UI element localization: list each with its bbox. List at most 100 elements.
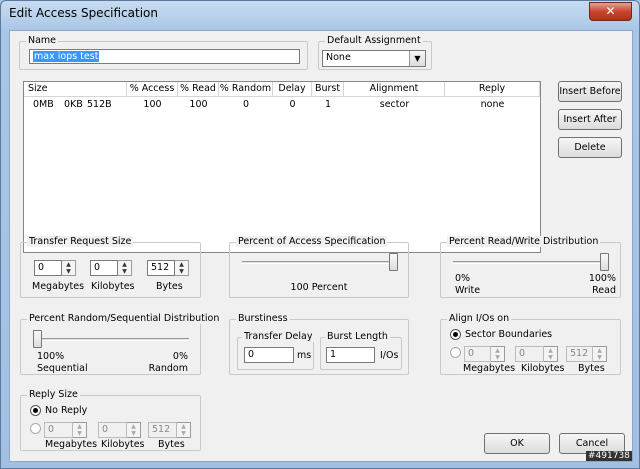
spin-down-icon[interactable]: ▼ xyxy=(491,354,504,361)
burst-length-field[interactable]: 1 xyxy=(326,347,375,363)
col-header-size[interactable]: Size xyxy=(24,82,127,97)
align-bytes-spinner[interactable]: ▲ ▼ xyxy=(593,346,607,362)
window-title: Edit Access Specification xyxy=(9,6,158,20)
col-header-alignment[interactable]: Alignment xyxy=(344,82,445,97)
reply-mb-field[interactable]: 0 xyxy=(44,422,73,438)
insert-before-button[interactable]: Insert Before xyxy=(558,81,622,102)
dialog-client: Name max iops test Default Assignment No… xyxy=(9,30,633,462)
spin-down-icon[interactable]: ▼ xyxy=(73,430,86,437)
reply-bytes-spinner[interactable]: ▲ ▼ xyxy=(177,422,191,438)
percent-access-thumb[interactable] xyxy=(389,253,398,271)
cell-alignment: sector xyxy=(379,99,410,110)
align-kb-field[interactable]: 0 xyxy=(515,346,544,362)
name-group: Name max iops test xyxy=(19,35,308,70)
cell-size-kb: 0KB xyxy=(64,99,83,110)
random-seq-thumb[interactable] xyxy=(33,330,42,348)
reply-mb-spinner[interactable]: ▲ ▼ xyxy=(73,422,87,438)
spin-down-icon[interactable]: ▼ xyxy=(593,354,606,361)
reply-kb-label: Kilobytes xyxy=(101,439,145,450)
reply-size-group: Reply Size No Reply 0 ▲ ▼ 0 ▲ ▼ 512 ▲ ▼ Meg… xyxy=(20,389,201,451)
close-button[interactable]: ✕ xyxy=(589,2,632,21)
col-header-delay[interactable]: Delay xyxy=(273,82,312,97)
spin-up-icon[interactable]: ▲ xyxy=(491,347,504,354)
random-seq-track[interactable] xyxy=(33,338,189,341)
percent-access-label: Percent of Access Specification xyxy=(236,236,388,247)
random-seq-right-pct: 0% xyxy=(172,351,188,362)
read-write-track[interactable] xyxy=(453,261,609,264)
read-write-thumb[interactable] xyxy=(600,253,609,271)
spin-up-icon[interactable]: ▲ xyxy=(62,261,75,268)
read-write-right-pct: 100% xyxy=(588,273,616,284)
spin-up-icon[interactable]: ▲ xyxy=(544,347,557,354)
spin-down-icon[interactable]: ▼ xyxy=(544,354,557,361)
reply-none-label[interactable]: No Reply xyxy=(45,405,87,416)
name-group-label: Name xyxy=(26,35,59,46)
cell-random: 0 xyxy=(242,99,250,110)
transfer-kb-spinner[interactable]: ▲ ▼ xyxy=(118,260,132,276)
transfer-size-label: Transfer Request Size xyxy=(27,236,134,247)
align-kb-label: Kilobytes xyxy=(521,363,565,374)
spin-up-icon[interactable]: ▲ xyxy=(593,347,606,354)
spin-up-icon[interactable]: ▲ xyxy=(118,261,131,268)
default-assignment-select[interactable]: None ▼ xyxy=(322,50,426,67)
random-seq-left-label: Sequential xyxy=(37,363,88,374)
spin-up-icon[interactable]: ▲ xyxy=(175,261,188,268)
align-custom-radio[interactable] xyxy=(450,347,461,358)
transfer-mb-label: Megabytes xyxy=(32,281,85,292)
read-write-right-label: Read xyxy=(592,285,616,296)
name-field-value: max iops test xyxy=(33,51,100,62)
reply-bytes-field[interactable]: 512 xyxy=(148,422,177,438)
cell-access: 100 xyxy=(143,99,162,110)
spin-down-icon[interactable]: ▼ xyxy=(177,430,190,437)
spin-down-icon[interactable]: ▼ xyxy=(62,268,75,275)
burst-length-group: Burst Length 1 I/Os xyxy=(320,331,402,370)
col-header-burst[interactable]: Burst xyxy=(312,82,344,97)
watermark-label: #491738 xyxy=(586,451,632,461)
burstiness-label: Burstiness xyxy=(236,313,290,324)
reply-none-radio[interactable] xyxy=(30,405,41,416)
burst-length-label: Burst Length xyxy=(325,331,390,342)
percent-access-group: Percent of Access Specification 100 Perc… xyxy=(229,236,409,298)
col-header-reply[interactable]: Reply xyxy=(445,82,540,97)
spin-up-icon[interactable]: ▲ xyxy=(73,423,86,430)
name-field[interactable]: max iops test xyxy=(29,49,300,64)
random-seq-right-label: Random xyxy=(148,363,188,374)
spin-down-icon[interactable]: ▼ xyxy=(127,430,140,437)
align-mb-label: Megabytes xyxy=(463,363,516,374)
spin-up-icon[interactable]: ▲ xyxy=(127,423,140,430)
spin-down-icon[interactable]: ▼ xyxy=(175,268,188,275)
transfer-delay-field[interactable]: 0 xyxy=(244,347,294,363)
align-mb-spinner[interactable]: ▲ ▼ xyxy=(491,346,505,362)
transfer-bytes-spinner[interactable]: ▲ ▼ xyxy=(175,260,189,276)
delete-button[interactable]: Delete xyxy=(558,137,622,158)
ok-button[interactable]: OK xyxy=(484,433,550,454)
spin-up-icon[interactable]: ▲ xyxy=(177,423,190,430)
reply-custom-radio[interactable] xyxy=(30,423,41,434)
transfer-bytes-field[interactable]: 512 xyxy=(147,260,175,276)
col-header-read[interactable]: % Read xyxy=(178,82,219,97)
align-kb-spinner[interactable]: ▲ ▼ xyxy=(544,346,558,362)
read-write-label: Percent Read/Write Distribution xyxy=(447,236,601,247)
transfer-mb-spinner[interactable]: ▲ ▼ xyxy=(62,260,76,276)
transfer-delay-group: Transfer Delay 0 ms xyxy=(237,331,315,370)
access-spec-table[interactable]: Size % Access % Read % Random Delay Burs… xyxy=(23,81,541,253)
transfer-mb-field[interactable]: 0 xyxy=(34,260,62,276)
read-write-left-pct: 0% xyxy=(455,273,471,284)
read-write-group: Percent Read/Write Distribution 0% Write… xyxy=(440,236,621,298)
transfer-bytes-label: Bytes xyxy=(156,281,183,292)
col-header-random[interactable]: % Random xyxy=(219,82,273,97)
align-bytes-label: Bytes xyxy=(578,363,605,374)
col-header-access[interactable]: % Access xyxy=(127,82,178,97)
insert-after-button[interactable]: Insert After xyxy=(558,109,622,130)
percent-access-track[interactable] xyxy=(242,261,398,264)
align-sector-radio[interactable] xyxy=(450,329,461,340)
align-sector-label[interactable]: Sector Boundaries xyxy=(465,329,552,340)
transfer-kb-field[interactable]: 0 xyxy=(90,260,118,276)
align-bytes-field[interactable]: 512 xyxy=(566,346,593,362)
align-mb-field[interactable]: 0 xyxy=(464,346,491,362)
transfer-delay-label: Transfer Delay xyxy=(242,331,315,342)
reply-kb-spinner[interactable]: ▲ ▼ xyxy=(127,422,141,438)
chevron-down-icon[interactable]: ▼ xyxy=(409,51,425,66)
spin-down-icon[interactable]: ▼ xyxy=(118,268,131,275)
reply-kb-field[interactable]: 0 xyxy=(98,422,127,438)
